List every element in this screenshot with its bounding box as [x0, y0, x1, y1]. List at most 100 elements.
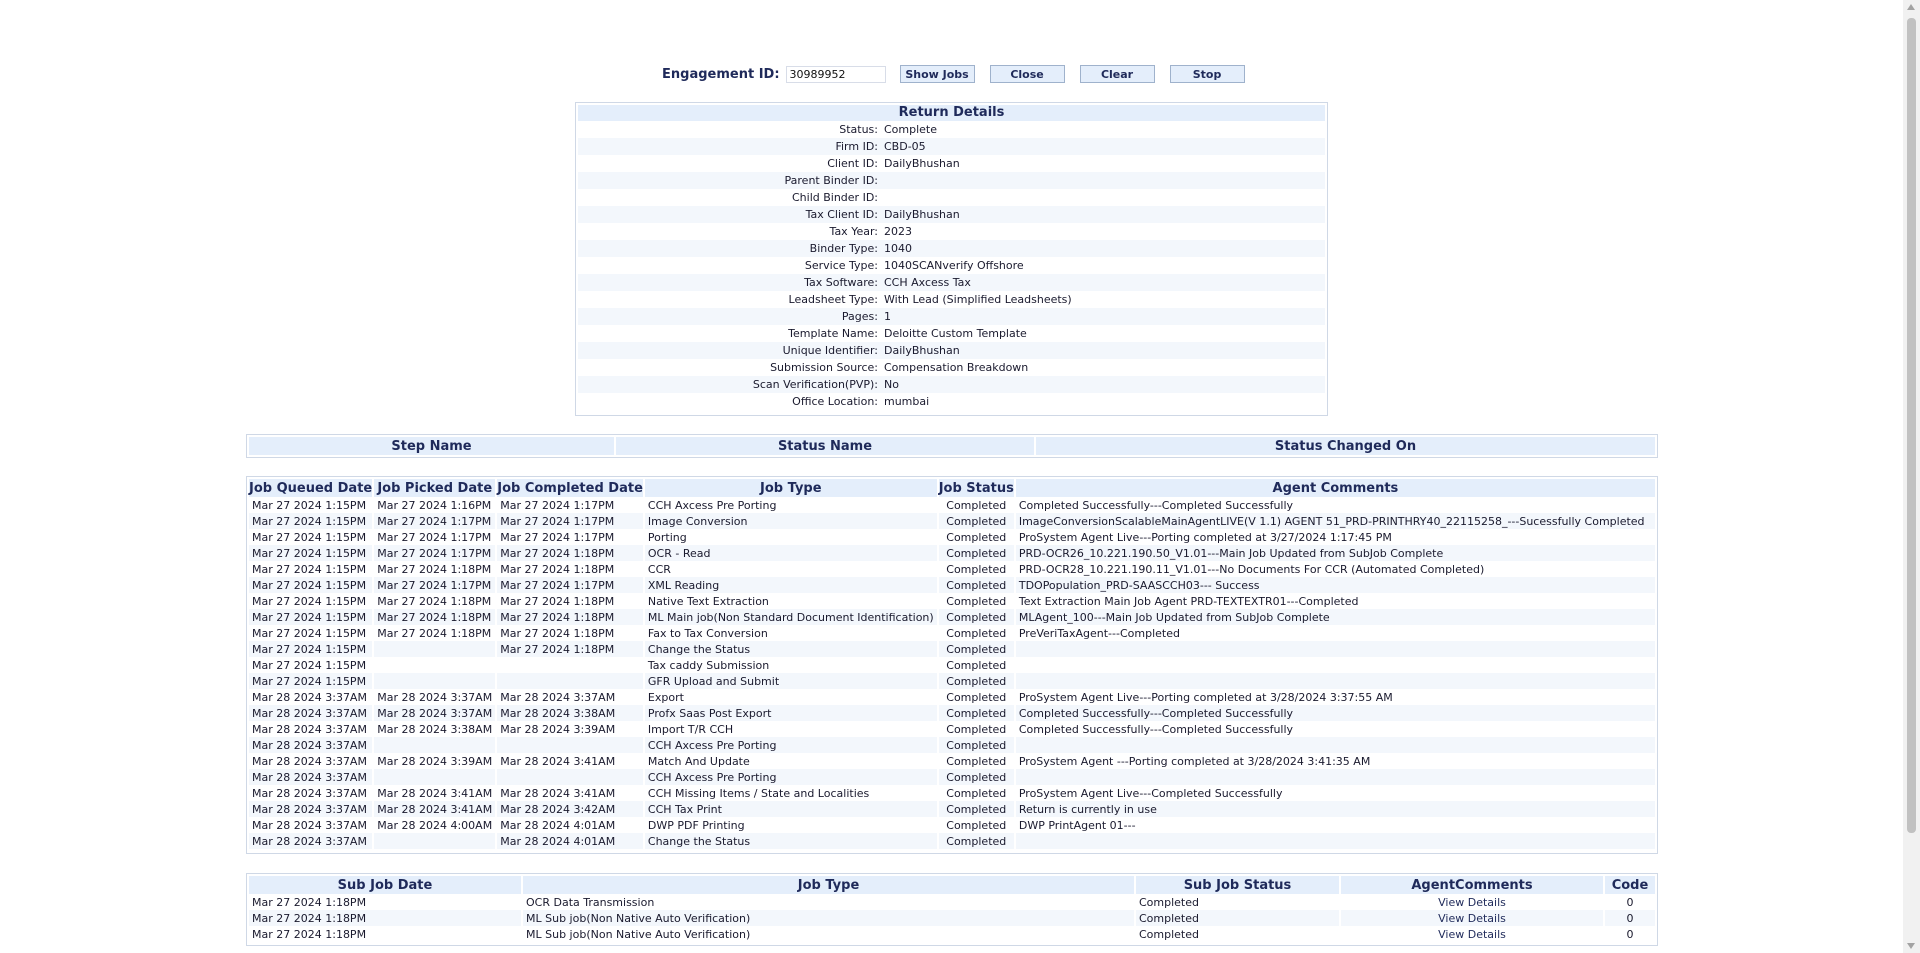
job-queued-date-cell: Mar 28 2024 3:37AM [249, 801, 373, 817]
return-detail-row: Pages: 1 [578, 308, 1325, 325]
job-picked-date-cell: Mar 27 2024 1:17PM [374, 577, 496, 593]
return-detail-label: Firm ID: [578, 138, 884, 155]
job-queued-date-cell: Mar 28 2024 3:37AM [249, 785, 373, 801]
job-queued-date-cell: Mar 28 2024 3:37AM [249, 689, 373, 705]
job-picked-date-cell [374, 737, 496, 753]
agent-comment-cell [1015, 641, 1655, 657]
job-status-cell: Completed [938, 497, 1014, 513]
job-completed-date-cell: Mar 28 2024 4:01AM [497, 817, 643, 833]
job-completed-date-cell: Mar 28 2024 3:38AM [497, 705, 643, 721]
job-picked-date-cell: Mar 27 2024 1:17PM [374, 513, 496, 529]
return-detail-value: CBD-05 [884, 138, 1325, 155]
job-picked-date-cell: Mar 28 2024 3:38AM [374, 721, 496, 737]
status-changed-on-header: Status Changed On [1036, 437, 1655, 455]
agent-comment-cell: Completed Successfully---Completed Succe… [1015, 497, 1655, 513]
job-status-cell: Completed [938, 801, 1014, 817]
view-details-link[interactable]: View Details [1341, 910, 1603, 926]
view-details-link[interactable]: View Details [1341, 926, 1603, 942]
job-completed-date-cell [497, 737, 643, 753]
job-picked-date-cell [374, 641, 496, 657]
sub-job-type-header: Job Type [523, 876, 1134, 894]
job-status-cell: Completed [938, 753, 1014, 769]
agent-comment-cell: Completed Successfully---Completed Succe… [1015, 721, 1655, 737]
job-type-header: Job Type [644, 479, 937, 497]
job-queued-date-cell: Mar 27 2024 1:15PM [249, 497, 373, 513]
return-detail-row: Submission Source: Compensation Breakdown [578, 359, 1325, 376]
sub-job-status-cell: Completed [1136, 910, 1339, 926]
job-queued-date-cell: Mar 28 2024 3:37AM [249, 753, 373, 769]
job-picked-date-cell: Mar 27 2024 1:18PM [374, 593, 496, 609]
return-detail-label: Child Binder ID: [791, 191, 878, 204]
sub-job-row: Mar 27 2024 1:18PM ML Sub job(Non Native … [249, 926, 1655, 942]
stop-button[interactable]: Stop [1169, 65, 1245, 83]
return-detail-value: Complete [884, 123, 938, 136]
view-details-link[interactable]: View Details [1341, 894, 1603, 910]
agent-comments-header: AgentComments [1341, 876, 1603, 894]
jobs-table: Job Queued Date Job Picked Date Job Comp… [246, 476, 1658, 854]
engagement-id-label: Engagement ID: [662, 66, 780, 82]
job-status-cell: Completed [938, 593, 1014, 609]
job-picked-date-cell: Mar 28 2024 3:39AM [374, 753, 496, 769]
job-row: Mar 27 2024 1:15PM GFR Upload and Submit C… [249, 673, 1655, 689]
return-detail-label: Binder Type: [578, 240, 884, 257]
job-picked-date-cell: Mar 27 2024 1:18PM [374, 561, 496, 577]
close-button[interactable]: Close [989, 65, 1065, 83]
sub-job-date-cell: Mar 27 2024 1:18PM [252, 927, 367, 941]
job-status-cell: Completed [938, 721, 1014, 737]
sub-job-date-header: Sub Job Date [249, 876, 521, 894]
return-detail-row: Child Binder ID: [578, 189, 1325, 206]
job-status-cell: Completed [938, 833, 1014, 849]
job-type-cell: Profx Saas Post Export [644, 705, 937, 721]
status-name-header: Status Name [616, 437, 1034, 455]
show-jobs-button[interactable]: Show Jobs [899, 65, 975, 83]
job-status-cell: Completed [938, 609, 1014, 625]
job-type-cell: CCH Axcess Pre Porting [644, 737, 937, 753]
job-row: Mar 27 2024 1:15PM Mar 27 2024 1:17PM Mar … [249, 577, 1655, 593]
return-detail-value: 1040 [884, 240, 1325, 257]
job-type-cell: GFR Upload and Submit [644, 673, 937, 689]
job-row: Mar 28 2024 3:37AM Mar 28 2024 3:37AM Mar … [249, 689, 1655, 705]
job-queued-date-cell: Mar 27 2024 1:15PM [249, 657, 373, 673]
job-queued-date-cell: Mar 27 2024 1:15PM [249, 609, 373, 625]
job-picked-date-cell [374, 769, 496, 785]
agent-comment-cell: PreVeriTaxAgent---Completed [1015, 625, 1655, 641]
return-details-title: Return Details [578, 105, 1325, 121]
job-status-cell: Completed [938, 673, 1014, 689]
return-detail-row: Service Type: 1040SCANverify Offshore [578, 257, 1325, 274]
agent-comment-cell: Text Extraction Main Job Agent PRD-TEXTE… [1015, 593, 1655, 609]
job-picked-date-cell: Mar 27 2024 1:17PM [374, 545, 496, 561]
code-cell: 0 [1626, 895, 1634, 909]
clear-button[interactable]: Clear [1079, 65, 1155, 83]
sub-job-row: Mar 27 2024 1:18PM OCR Data Transmission C… [249, 894, 1655, 910]
agent-comment-cell: ProSystem Agent Live---Porting completed… [1015, 529, 1655, 545]
job-status-cell: Completed [938, 769, 1014, 785]
job-row: Mar 28 2024 3:37AM Mar 28 2024 4:00AM Mar … [249, 817, 1655, 833]
return-detail-label: Submission Source: [770, 361, 878, 374]
return-detail-label: Client ID: [827, 157, 878, 170]
job-status-cell: Completed [938, 561, 1014, 577]
job-completed-date-cell [497, 673, 643, 689]
job-queued-date-cell: Mar 27 2024 1:15PM [249, 545, 373, 561]
return-detail-label: Status: [839, 123, 878, 136]
job-type-cell: CCR [644, 561, 937, 577]
job-queued-date-cell: Mar 28 2024 3:37AM [249, 705, 373, 721]
agent-comment-cell: DWP PrintAgent 01--- [1015, 817, 1655, 833]
scrollbar-thumb[interactable] [1907, 18, 1916, 833]
return-detail-label: Tax Year: [829, 225, 878, 238]
engagement-id-input[interactable] [785, 65, 886, 83]
sub-job-type-cell: OCR Data Transmission [526, 895, 655, 909]
job-type-cell: Export [644, 689, 937, 705]
vertical-scrollbar[interactable] [1903, 0, 1920, 953]
return-detail-label: Template Name: [788, 327, 878, 340]
job-type-cell: XML Reading [644, 577, 937, 593]
job-completed-date-cell [497, 769, 643, 785]
job-completed-date-cell: Mar 27 2024 1:17PM [497, 513, 643, 529]
job-completed-date-cell: Mar 27 2024 1:17PM [497, 529, 643, 545]
return-detail-row: Leadsheet Type: With Lead (Simplified Lea… [578, 291, 1325, 308]
job-queued-date-cell: Mar 28 2024 3:37AM [249, 817, 373, 833]
scroll-down-arrow-icon[interactable] [1907, 943, 1915, 949]
job-picked-date-cell: Mar 27 2024 1:18PM [374, 625, 496, 641]
return-detail-label: Tax Software: [578, 274, 884, 291]
scroll-up-arrow-icon[interactable] [1907, 4, 1915, 10]
job-picked-date-cell [374, 673, 496, 689]
